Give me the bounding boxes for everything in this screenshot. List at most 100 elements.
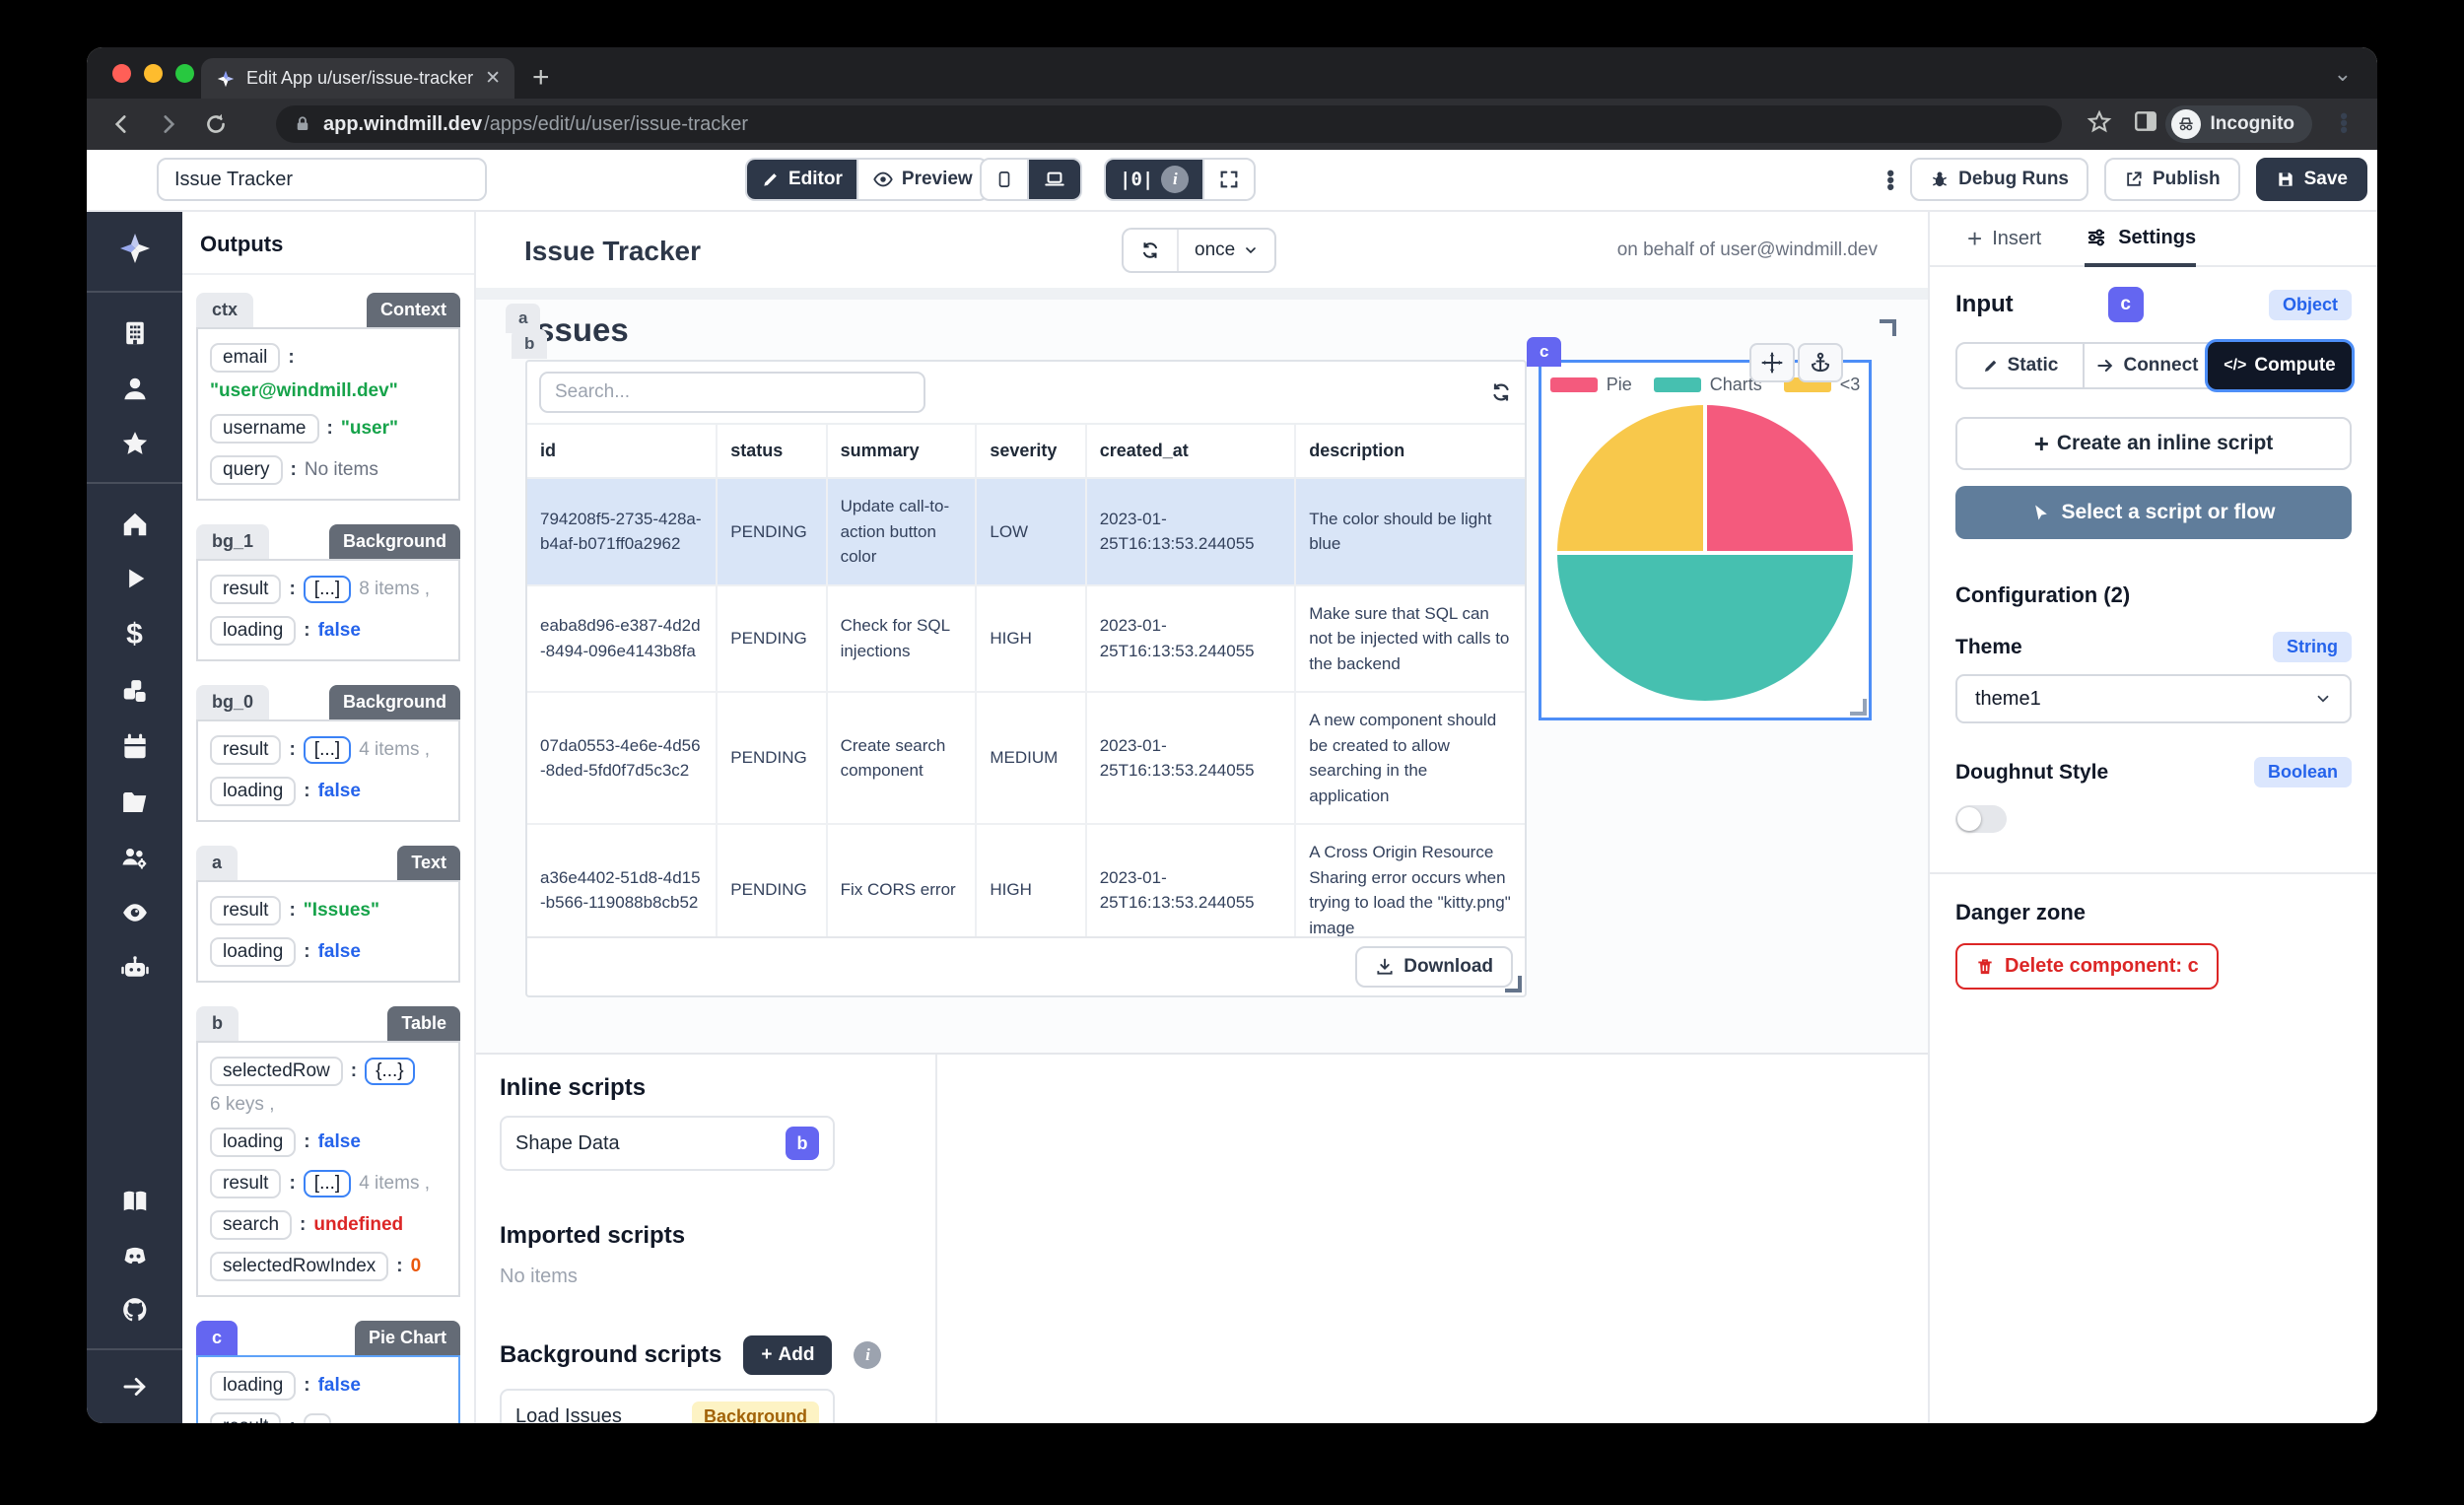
minimize-window-button[interactable] — [144, 64, 163, 83]
more-options-icon[interactable]: ••• — [1886, 170, 1894, 190]
browser-menu-icon[interactable]: ••• — [2340, 112, 2348, 133]
outputs-section-tab-bg_0[interactable]: bg_0 — [196, 685, 269, 719]
favorites-star-icon[interactable] — [120, 429, 150, 458]
preview-mode-button[interactable]: Preview — [856, 160, 987, 199]
tab-close-icon[interactable]: ✕ — [485, 67, 501, 90]
output-key[interactable]: username — [210, 414, 319, 444]
output-key[interactable]: selectedRowIndex — [210, 1252, 388, 1281]
outputs-section-tab-c[interactable]: c — [196, 1321, 238, 1355]
save-button[interactable]: Save — [2256, 158, 2367, 201]
search-input[interactable] — [539, 372, 925, 413]
create-inline-script-button[interactable]: + Create an inline script — [1955, 417, 2352, 470]
incognito-badge[interactable]: Incognito — [2165, 105, 2312, 143]
output-key[interactable]: loading — [210, 616, 296, 646]
output-key[interactable]: loading — [210, 937, 296, 967]
column-header[interactable]: status — [717, 424, 826, 478]
app-name-input[interactable]: Issue Tracker — [157, 158, 487, 201]
component-c-tag[interactable]: c — [1527, 337, 1561, 367]
output-key[interactable]: loading — [210, 1128, 296, 1157]
workspace-building-icon[interactable] — [120, 318, 150, 348]
compute-option[interactable]: </> Compute — [2208, 342, 2352, 389]
resize-handle[interactable] — [1850, 699, 1867, 716]
output-key[interactable]: query — [210, 455, 283, 485]
pie-chart-component[interactable]: PieCharts<3 — [1539, 360, 1872, 720]
table-row[interactable]: 794208f5-2735-428a-b4af-b071ff0a2962PEND… — [527, 478, 1525, 585]
desktop-view-button[interactable] — [1027, 160, 1080, 199]
column-header[interactable]: created_at — [1086, 424, 1296, 478]
bookmark-star-icon[interactable] — [2086, 108, 2113, 136]
output-key[interactable]: search — [210, 1210, 292, 1240]
table-row[interactable]: 07da0553-4e6e-4d56-8ded-5fd0f7d5c3c2PEND… — [527, 692, 1525, 824]
back-icon[interactable] — [108, 111, 134, 137]
user-icon[interactable] — [120, 374, 150, 403]
debug-runs-button[interactable]: Debug Runs — [1910, 158, 2088, 201]
legend-item[interactable]: Charts — [1654, 375, 1762, 395]
refresh-button[interactable] — [1124, 230, 1177, 271]
discord-icon[interactable] — [119, 1242, 151, 1269]
new-tab-button[interactable]: + — [532, 63, 550, 93]
output-key[interactable]: selectedRow — [210, 1057, 343, 1086]
output-key[interactable]: result — [210, 575, 281, 604]
legend-item[interactable]: Pie — [1550, 375, 1632, 395]
outputs-section-tab-ctx[interactable]: ctx — [196, 293, 253, 327]
table-row[interactable]: eaba8d96-e387-4d2d-8494-096e4143b8faPEND… — [527, 585, 1525, 693]
theme-select[interactable]: theme1 — [1955, 674, 2352, 723]
app-canvas[interactable]: a Issues b idstatussummaryseveritycreate… — [476, 300, 1928, 1053]
outputs-section-tab-b[interactable]: b — [196, 1006, 239, 1041]
reload-icon[interactable] — [203, 111, 229, 137]
output-key[interactable]: result — [210, 735, 281, 765]
anchor-component-button[interactable] — [1798, 343, 1843, 382]
static-option[interactable]: Static — [1957, 344, 2083, 387]
mobile-view-button[interactable] — [982, 160, 1027, 199]
close-window-button[interactable] — [112, 64, 131, 83]
output-key[interactable]: loading — [210, 1371, 296, 1401]
resize-handle[interactable] — [1880, 319, 1896, 336]
output-token[interactable]: {...} — [365, 1058, 415, 1085]
browser-tab[interactable]: Edit App u/user/issue-tracker | ✕ — [201, 58, 514, 99]
tab-search-chevron-icon[interactable]: ⌄ — [2334, 61, 2352, 87]
select-script-or-flow-button[interactable]: Select a script or flow — [1955, 486, 2352, 539]
column-header[interactable]: id — [527, 424, 717, 478]
output-token[interactable]: [...] — [304, 1170, 351, 1197]
home-icon[interactable] — [120, 510, 150, 539]
runs-play-icon[interactable] — [121, 565, 149, 592]
centering-toggle-button[interactable]: |0| i — [1106, 160, 1202, 199]
github-icon[interactable] — [119, 1295, 151, 1325]
doughnut-style-toggle[interactable] — [1955, 805, 2007, 833]
output-key[interactable]: loading — [210, 777, 296, 806]
zoom-window-button[interactable] — [175, 64, 194, 83]
column-header[interactable]: severity — [976, 424, 1085, 478]
fullscreen-button[interactable] — [1202, 160, 1254, 199]
connect-option[interactable]: Connect — [2083, 344, 2210, 387]
component-b-tag[interactable]: b — [512, 329, 547, 359]
side-panel-icon[interactable] — [2133, 108, 2158, 134]
output-token[interactable]: [...] — [304, 576, 351, 603]
windmill-logo-icon[interactable] — [116, 230, 154, 267]
schedule-dropdown[interactable]: once — [1177, 230, 1274, 271]
inline-script-item[interactable]: Shape Data b — [500, 1116, 835, 1171]
folders-icon[interactable] — [119, 787, 151, 817]
output-key[interactable]: result — [210, 1169, 281, 1198]
download-button[interactable]: Download — [1355, 946, 1513, 988]
variables-dollar-icon[interactable]: $ — [126, 618, 143, 651]
column-header[interactable]: description — [1295, 424, 1525, 478]
output-key[interactable]: result — [210, 896, 281, 925]
outputs-section-tab-bg_1[interactable]: bg_1 — [196, 524, 269, 559]
docs-book-icon[interactable] — [119, 1187, 151, 1216]
forward-icon[interactable] — [156, 111, 181, 137]
outputs-section-tab-a[interactable]: a — [196, 846, 238, 880]
table-component[interactable]: idstatussummaryseveritycreated_atdescrip… — [525, 360, 1527, 997]
add-background-script-button[interactable]: + Add — [743, 1335, 832, 1375]
publish-button[interactable]: Publish — [2104, 158, 2240, 201]
output-key[interactable]: email — [210, 343, 280, 373]
ai-robot-icon[interactable] — [119, 953, 151, 983]
tab-insert[interactable]: + Insert — [1967, 212, 2041, 265]
table-row[interactable]: a36e4402-51d8-4d15-b566-119088b8cb52PEND… — [527, 824, 1525, 936]
audit-eye-icon[interactable] — [119, 898, 151, 927]
move-component-button[interactable] — [1749, 343, 1795, 382]
groups-gear-icon[interactable] — [119, 843, 151, 872]
table-refresh-icon[interactable] — [1489, 380, 1513, 404]
editor-mode-button[interactable]: Editor — [747, 160, 856, 199]
background-script-item[interactable]: Load Issues Background — [500, 1389, 835, 1423]
output-token[interactable]: - — [304, 1413, 331, 1423]
